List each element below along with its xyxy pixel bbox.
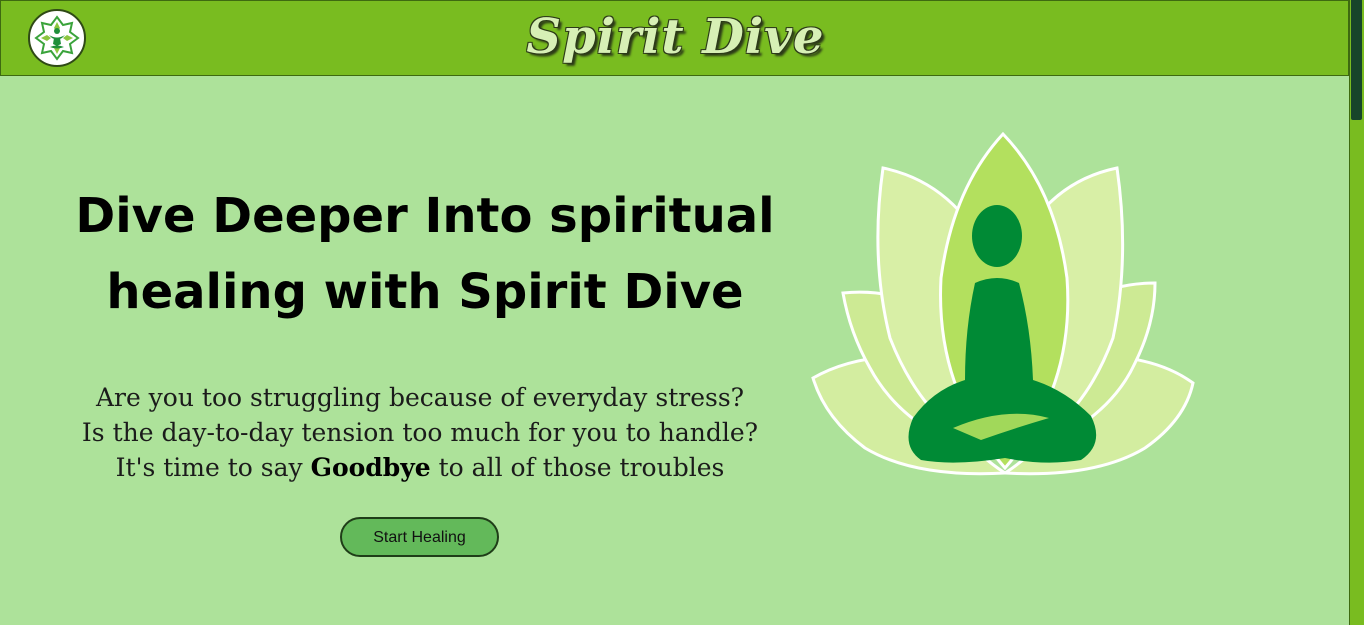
- hero-line-3: It's time to say Goodbye to all of those…: [40, 450, 800, 485]
- hero-title: Dive Deeper Into spiritual healing with …: [75, 188, 775, 320]
- brand-title[interactable]: Spirit Dive: [1, 5, 1350, 69]
- hero-line-2: Is the day-to-day tension too much for y…: [81, 418, 759, 447]
- meditating-figure-lotus-icon: [811, 131, 1195, 476]
- scrollbar-thumb[interactable]: [1351, 0, 1362, 120]
- scrollbar[interactable]: [1349, 0, 1364, 625]
- page: Spirit Dive Dive Deeper Into spiritual h…: [0, 0, 1364, 625]
- hero-line-1: Are you too struggling because of everyd…: [95, 383, 745, 412]
- hero-line-3-bold: Goodbye: [310, 453, 431, 482]
- navbar: Spirit Dive: [0, 0, 1349, 76]
- meditation-illustration: [805, 128, 1201, 480]
- hero-line-3-suffix: to all of those troubles: [430, 453, 725, 482]
- start-healing-button[interactable]: Start Healing: [340, 517, 499, 557]
- hero-line-3-prefix: It's time to say: [115, 453, 311, 482]
- hero-description: Are you too struggling because of everyd…: [40, 380, 800, 485]
